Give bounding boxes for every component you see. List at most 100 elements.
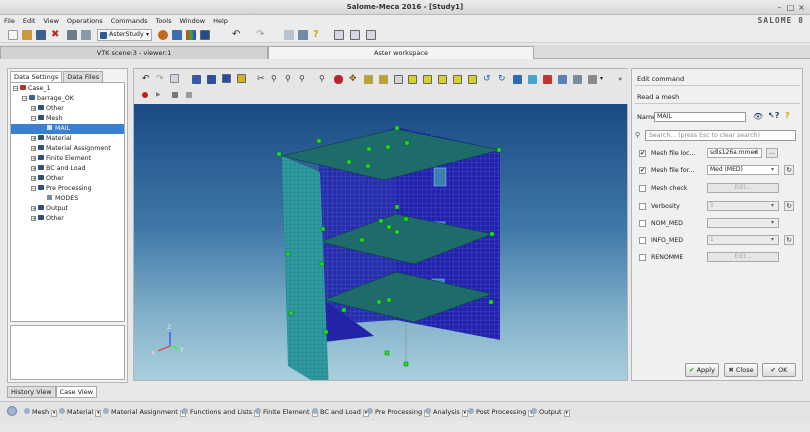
reset-icon[interactable]: ↻ — [784, 235, 794, 245]
expand-icon[interactable]: + — [31, 206, 36, 212]
nom-med-select[interactable]: ▾ — [707, 218, 779, 228]
zoom-window-icon[interactable]: ⚲ — [271, 75, 280, 84]
rotation-point-icon[interactable] — [364, 75, 373, 84]
tree-node-category[interactable]: + BC and Load — [31, 164, 86, 174]
expand-icon[interactable]: + — [31, 156, 36, 162]
param-checkbox[interactable] — [639, 203, 646, 210]
mesh-module-icon[interactable] — [172, 30, 182, 40]
category-output[interactable]: Output ▾ — [531, 407, 570, 417]
param-checkbox[interactable] — [639, 220, 646, 227]
tree-node-command[interactable]: MODES — [47, 194, 78, 204]
reset-icon[interactable]: ↻ — [784, 165, 794, 175]
name-input[interactable]: MAIL — [654, 112, 746, 122]
eye-icon[interactable]: 👁 — [753, 112, 763, 121]
select-icon[interactable] — [170, 74, 179, 83]
category-material[interactable]: Material ▾ — [59, 407, 102, 417]
view-right-icon[interactable] — [468, 75, 477, 84]
tab-case-view[interactable]: Case View — [55, 386, 98, 398]
interaction-style-icon[interactable] — [207, 75, 216, 84]
view-top-icon[interactable] — [423, 75, 432, 84]
expand-icon[interactable]: + — [31, 176, 36, 182]
more-icon[interactable]: » — [618, 75, 627, 84]
view-front-icon[interactable] — [394, 75, 403, 84]
tree-node-category[interactable]: − Mesh — [31, 114, 63, 124]
collapse-icon[interactable]: − — [31, 116, 36, 122]
param-checkbox[interactable] — [639, 237, 646, 244]
help-icon[interactable]: ? — [785, 111, 790, 120]
open-folder-icon[interactable] — [22, 30, 32, 40]
edit-button[interactable]: Edit... — [707, 252, 779, 262]
param-checkbox[interactable]: ✔ — [639, 167, 646, 174]
tab-aster-workspace[interactable]: Aster workspace — [268, 46, 534, 59]
tree-node-category[interactable]: + Other — [31, 214, 64, 224]
tree-node-category[interactable]: − Pre Processing — [31, 184, 92, 194]
play-icon[interactable]: ▶ — [156, 92, 163, 99]
geometry-module-icon[interactable] — [158, 30, 168, 40]
category-analysis[interactable]: Analysis ▾ — [425, 407, 468, 417]
view-bottom-icon[interactable] — [438, 75, 447, 84]
tree-node-category[interactable]: + Material Assignment — [31, 144, 111, 154]
category-post-processing[interactable]: Post Processing▾ — [468, 407, 535, 417]
command-search-icon[interactable] — [7, 406, 17, 416]
zooming-style-icon[interactable] — [222, 74, 231, 83]
category-material-assignment[interactable]: Material Assignment▾ — [103, 407, 186, 417]
tree-node-category[interactable]: + Other — [31, 104, 64, 114]
projection-mode-icon[interactable] — [573, 75, 582, 84]
zoom-icon[interactable]: ⚲ — [299, 75, 308, 84]
graduated-axes-icon[interactable] — [558, 75, 567, 84]
tree-node-case[interactable]: − Case_1 — [13, 84, 51, 94]
category-finite-element[interactable]: Finite Element▾ — [255, 407, 318, 417]
3d-scene[interactable]: Z X Y — [134, 104, 627, 391]
menu-operations[interactable]: Operations — [63, 15, 107, 25]
expand-icon[interactable]: + — [31, 146, 36, 152]
info-med-select[interactable]: 1 ▾ — [707, 235, 779, 245]
menu-file[interactable]: File — [0, 15, 19, 25]
asterstudy-module-icon[interactable] — [200, 30, 210, 40]
browse-button[interactable]: ... — [766, 148, 778, 158]
param-checkbox[interactable] — [639, 254, 646, 261]
record-icon[interactable] — [142, 92, 148, 98]
redo-icon[interactable]: ↷ — [256, 30, 266, 40]
category-mesh[interactable]: Mesh ▾ — [24, 407, 58, 417]
load-script-icon[interactable] — [298, 30, 308, 40]
maximize-icon[interactable]: □ — [786, 3, 795, 12]
help-icon[interactable]: ? — [313, 30, 323, 40]
zoom-out-icon[interactable]: ⚲ — [319, 75, 328, 84]
scaling-icon[interactable] — [543, 75, 552, 84]
window-tile-icon[interactable] — [334, 30, 344, 40]
search-input[interactable]: Search... (press Esc to clear search) — [645, 130, 796, 141]
dynamic-selection-icon[interactable] — [237, 74, 246, 83]
rotate-icon[interactable] — [379, 75, 388, 84]
tree-node-category[interactable]: + Finite Element — [31, 154, 91, 164]
chevron-down-icon[interactable]: ▾ — [95, 410, 102, 417]
chevron-down-icon[interactable]: ▾ — [600, 75, 609, 84]
menu-window[interactable]: Window — [175, 15, 209, 25]
redo-view-icon[interactable]: ↷ — [156, 75, 165, 84]
collapse-icon[interactable]: − — [22, 96, 27, 102]
window-cascade-icon[interactable] — [366, 30, 376, 40]
reset-icon[interactable]: ↻ — [784, 201, 794, 211]
pause-icon[interactable] — [186, 92, 192, 98]
tab-history-view[interactable]: History View — [7, 386, 56, 398]
close-study-icon[interactable]: ✖ — [51, 30, 61, 40]
expand-icon[interactable]: + — [31, 216, 36, 222]
menu-commands[interactable]: Commands — [107, 15, 152, 25]
verbosity-select[interactable]: 1 ▾ — [707, 201, 779, 211]
menu-edit[interactable]: Edit — [19, 15, 40, 25]
fit-all-icon[interactable]: ✂ — [257, 75, 266, 84]
tree-node-category[interactable]: + Material — [31, 134, 72, 144]
menu-tools[interactable]: Tools — [151, 15, 175, 25]
rotate-clockwise-icon[interactable]: ↻ — [498, 75, 507, 84]
close-button[interactable]: ✖ Close — [724, 363, 758, 377]
expand-icon[interactable]: + — [31, 166, 36, 172]
module-selector[interactable]: AsterStudy ▾ — [97, 29, 152, 41]
category-functions-lists[interactable]: Functions and Lists▾ — [182, 407, 261, 417]
view-left-icon[interactable] — [453, 75, 462, 84]
clipping-icon[interactable] — [528, 75, 537, 84]
pan-icon[interactable] — [334, 75, 343, 84]
category-pre-processing[interactable]: Pre Processing▾ — [367, 407, 431, 417]
global-pan-icon[interactable]: ✥ — [349, 75, 358, 84]
apply-button[interactable]: ✔ Apply — [685, 363, 719, 377]
chevron-down-icon[interactable]: ▾ — [563, 410, 570, 417]
collapse-icon[interactable]: − — [13, 86, 18, 92]
